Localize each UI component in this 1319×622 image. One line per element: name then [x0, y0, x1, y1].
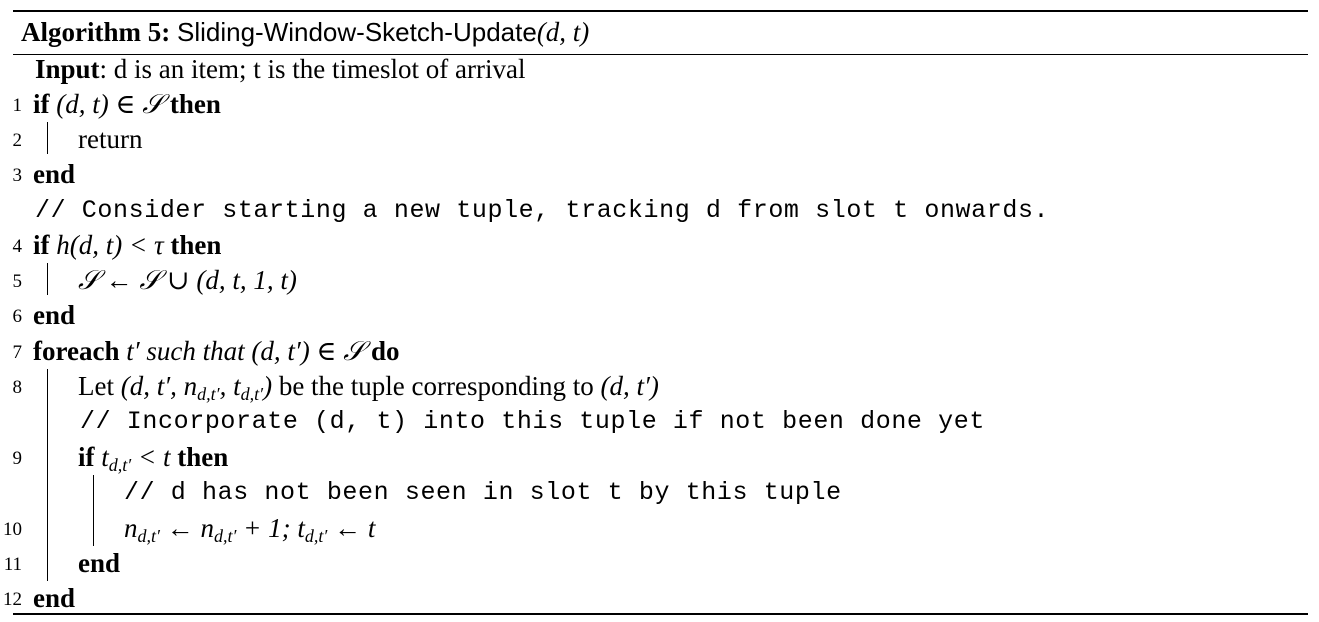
- comment-line: // Consider starting a new tuple, tracki…: [35, 196, 1050, 225]
- algorithm-caption: Algorithm 5: Sliding-Window-Sketch-Updat…: [21, 14, 589, 50]
- tuple-expr-part: (d, t′, n: [120, 371, 198, 401]
- assignment-expr: 𝒮 ← 𝒮 ∪ (d, t, 1, t): [78, 265, 297, 295]
- condition-expr-part: t: [101, 442, 109, 472]
- subscript: d,t′: [240, 384, 264, 404]
- keyword-then: then: [169, 89, 221, 119]
- algorithm-block: Algorithm 5: Sliding-Window-Sketch-Updat…: [3, 0, 1308, 622]
- subscript: d,t′: [213, 526, 237, 546]
- loop-condition: (d, t′) ∈ 𝒮: [251, 336, 365, 366]
- tuple-expr-part: ): [263, 371, 273, 401]
- top-rule: [13, 10, 1308, 12]
- line-number: 2: [12, 130, 23, 151]
- line-number: 5: [12, 271, 23, 292]
- block-bar: [47, 263, 48, 295]
- caption-args: (d, t): [536, 17, 590, 47]
- keyword-end: end: [33, 583, 76, 613]
- comment-line: // Incorporate (d, t) into this tuple if…: [80, 407, 985, 436]
- update-expr-part: ← n: [166, 513, 214, 543]
- keyword-if: if: [33, 230, 50, 260]
- loop-variable: t′: [126, 336, 140, 366]
- line-number: 7: [12, 342, 23, 363]
- tuple-key-expr: (d, t′): [600, 371, 659, 401]
- condition-expr-part: < t: [137, 442, 171, 472]
- input-line: Input: d is an item; t is the timeslot o…: [35, 51, 525, 87]
- condition-expr: (d, t) ∈ 𝒮: [56, 89, 164, 119]
- keyword-then: then: [170, 230, 222, 260]
- comment-line: // d has not been seen in slot t by this…: [124, 478, 842, 507]
- line-number: 3: [12, 165, 23, 186]
- line-number: 4: [12, 236, 23, 257]
- line-number: 11: [3, 554, 22, 575]
- keyword-if: if: [78, 442, 95, 472]
- line-number: 1: [12, 95, 23, 116]
- bottom-rule: [13, 613, 1308, 615]
- condition-expr: h(d, t) < τ: [56, 230, 164, 260]
- subscript: d,t′: [197, 384, 220, 404]
- keyword-end: end: [78, 548, 121, 578]
- inner-if-block-bar: [93, 475, 94, 546]
- subscript: d,t′: [108, 455, 132, 475]
- tuple-description: be the tuple corresponding to: [278, 371, 594, 401]
- keyword-end: end: [33, 159, 76, 189]
- line-number: 10: [3, 519, 22, 540]
- line-number: 9: [12, 448, 23, 469]
- line-number: 8: [12, 377, 23, 398]
- such-that-phrase: such that: [146, 336, 245, 366]
- input-text: : d is an item; t is the timeslot of arr…: [99, 54, 526, 84]
- caption-label: Algorithm 5:: [21, 17, 171, 47]
- caption-name: Sliding-Window-Sketch-Update: [176, 17, 537, 47]
- update-expr-part: ← t: [334, 513, 376, 543]
- keyword-end: end: [33, 300, 76, 330]
- foreach-block-bar: [47, 369, 48, 581]
- keyword-foreach: foreach: [33, 336, 120, 366]
- subscript: d,t′: [137, 526, 160, 546]
- tuple-expr-part: , t: [219, 371, 241, 401]
- input-label: Input: [35, 54, 100, 84]
- keyword-then: then: [177, 442, 229, 472]
- update-expr-part: n: [124, 513, 138, 543]
- line-number: 6: [12, 306, 23, 327]
- update-expr-part: + 1; t: [243, 513, 305, 543]
- return-statement: return: [78, 124, 143, 154]
- keyword-do: do: [370, 336, 400, 366]
- let-word: Let: [78, 371, 114, 401]
- keyword-if: if: [33, 89, 50, 119]
- block-bar: [47, 122, 48, 154]
- subscript: d,t′: [304, 526, 328, 546]
